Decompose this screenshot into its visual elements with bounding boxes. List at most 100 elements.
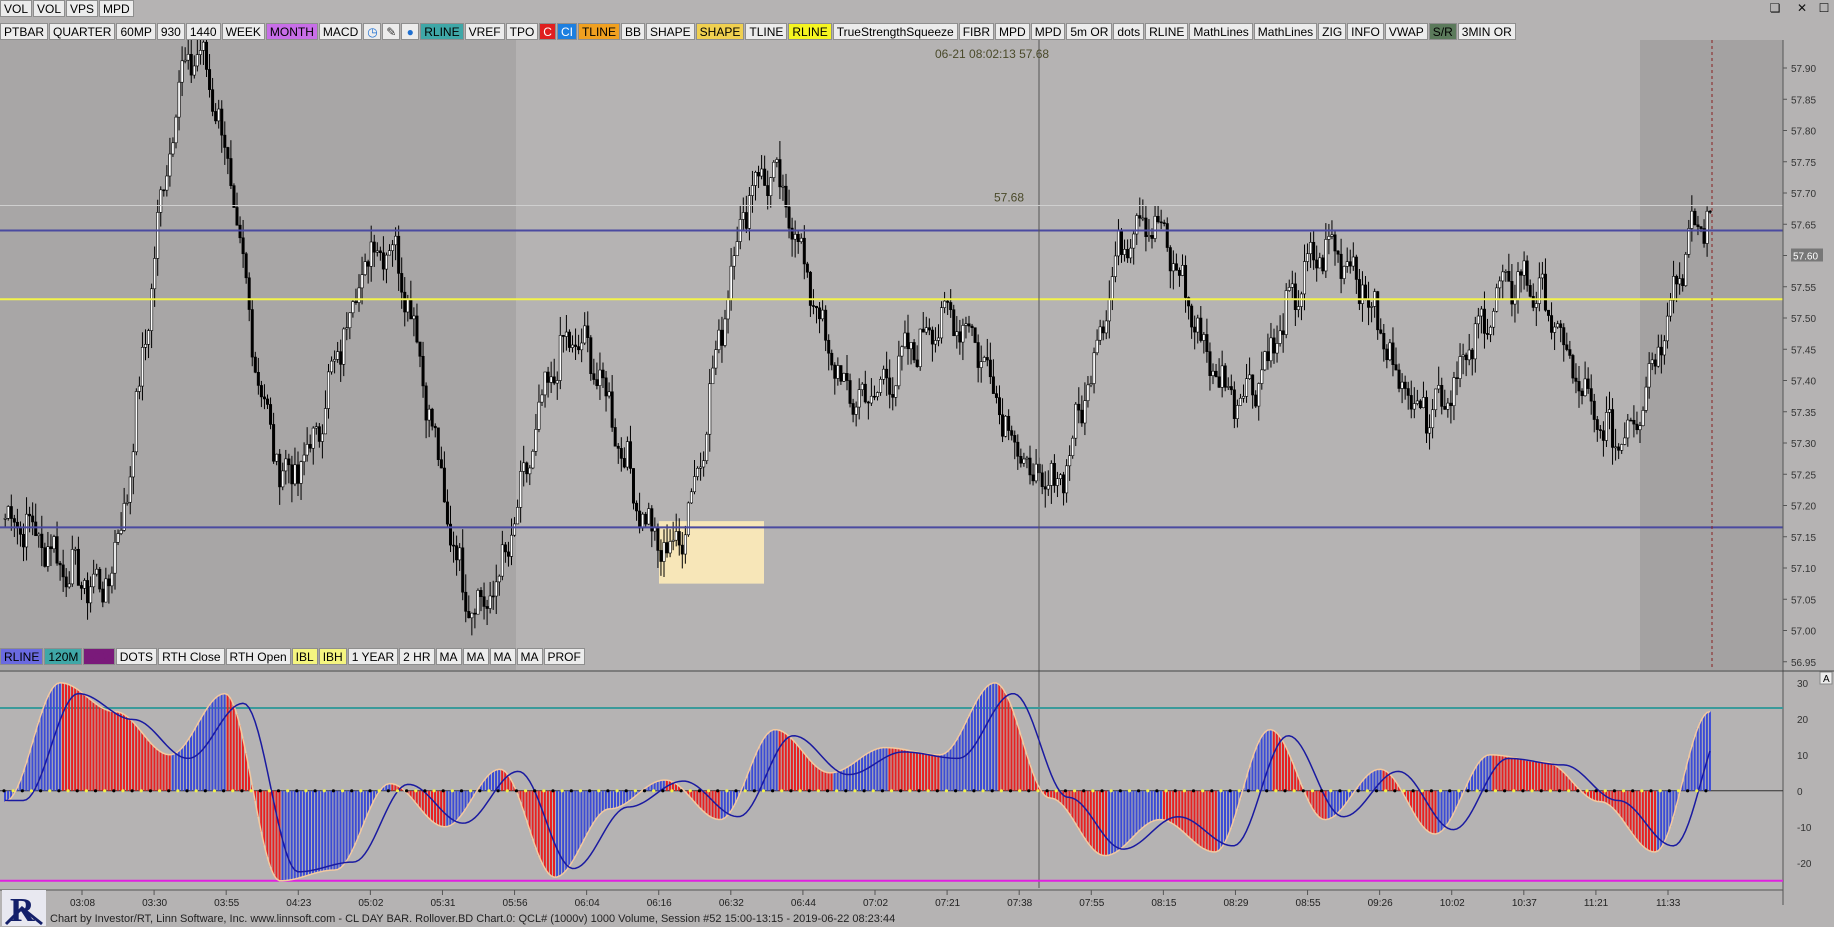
top-vol-button[interactable]: VOL bbox=[33, 0, 66, 17]
y-tick-label: 57.45 bbox=[1791, 345, 1816, 356]
tool-rline-button[interactable]: RLINE bbox=[788, 23, 832, 40]
tool-ci-button[interactable]: CI bbox=[556, 23, 577, 40]
osc-dot bbox=[1219, 789, 1223, 793]
osc-dot bbox=[340, 789, 345, 793]
tool-tpo-button[interactable]: TPO bbox=[505, 23, 539, 40]
tool-bb-button[interactable]: BB bbox=[620, 23, 645, 40]
candle-body bbox=[531, 450, 535, 469]
tool-vwap-button[interactable]: VWAP bbox=[1384, 23, 1428, 40]
candle-body bbox=[366, 261, 370, 267]
tool-week-button[interactable]: WEEK bbox=[221, 23, 265, 40]
candle-body bbox=[226, 147, 230, 159]
candle-body bbox=[1019, 455, 1023, 464]
osc-dot bbox=[1402, 789, 1406, 793]
tool-mpd-button[interactable]: MPD bbox=[1030, 23, 1066, 40]
top-mpd-button[interactable]: MPD bbox=[99, 0, 134, 17]
candle-body bbox=[1101, 326, 1105, 334]
candle-body bbox=[1025, 457, 1029, 460]
candle-body bbox=[40, 533, 44, 549]
tool-5m-or-button[interactable]: 5m OR bbox=[1066, 23, 1113, 40]
plot-ibh-button[interactable]: IBH bbox=[318, 648, 347, 665]
tool-rline-button[interactable]: RLINE bbox=[1145, 23, 1189, 40]
osc-dot bbox=[1448, 789, 1452, 793]
candle-body bbox=[665, 542, 669, 554]
candle-body bbox=[317, 426, 321, 442]
osc-dot bbox=[899, 789, 903, 793]
osc-dot bbox=[1320, 789, 1324, 793]
tool-dots-button[interactable]: dots bbox=[1113, 23, 1145, 40]
tool-tline-button[interactable]: TLINE bbox=[577, 23, 620, 40]
candle-body bbox=[940, 307, 944, 339]
osc-dot bbox=[469, 789, 473, 793]
tool-truestrengthsqueeze-button[interactable]: TrueStrengthSqueeze bbox=[832, 23, 958, 40]
plot-rth-open-button[interactable]: RTH Open bbox=[225, 648, 291, 665]
candle-body bbox=[753, 172, 757, 186]
x-tick-label: 05:56 bbox=[503, 898, 528, 909]
candle-body bbox=[305, 444, 309, 456]
tool-shape-button[interactable]: SHAPE bbox=[645, 23, 695, 40]
tool-month-button[interactable]: MONTH bbox=[265, 23, 318, 40]
plot-ma-button[interactable]: MA bbox=[462, 648, 489, 665]
osc-dot bbox=[359, 789, 363, 793]
plot-ma-button[interactable]: MA bbox=[516, 648, 543, 665]
tool-3min-or-button[interactable]: 3MIN OR bbox=[1457, 23, 1516, 40]
candle-body bbox=[955, 331, 959, 337]
tool-930-button[interactable]: 930 bbox=[156, 23, 185, 40]
tool-tline-button[interactable]: TLINE bbox=[745, 23, 788, 40]
clock-icon[interactable]: ◷ bbox=[363, 23, 382, 40]
tool-1440-button[interactable]: 1440 bbox=[185, 23, 221, 40]
chart-canvas[interactable]: 06-21 08:02:13 57.68 57.68 57.90 57.85 57.80… bbox=[0, 0, 1834, 927]
plot-dots-button[interactable]: DOTS bbox=[115, 648, 158, 665]
tool-mathlines-button[interactable]: MathLines bbox=[1253, 23, 1318, 40]
tool-s-r-button[interactable]: S/R bbox=[1428, 23, 1457, 40]
tool-shape-button[interactable]: SHAPE bbox=[695, 23, 745, 40]
candle-body bbox=[1040, 472, 1044, 487]
candle-body bbox=[1379, 329, 1383, 334]
cursor-info: 06-21 08:02:13 57.68 bbox=[935, 47, 1049, 61]
tool-60mp-button[interactable]: 60MP bbox=[116, 23, 156, 40]
plot-prof-button[interactable]: PROF bbox=[543, 648, 585, 665]
candle-body bbox=[144, 344, 148, 348]
plot-120m-button[interactable]: 120M bbox=[44, 648, 83, 665]
candle-body bbox=[513, 523, 517, 536]
candle-body bbox=[1568, 349, 1572, 356]
tool-vref-button[interactable]: VREF bbox=[464, 23, 505, 40]
osc-dot bbox=[1210, 789, 1214, 793]
candle-body bbox=[1574, 377, 1578, 382]
plot-ma-button[interactable]: MA bbox=[435, 648, 462, 665]
drop-icon[interactable]: ● bbox=[401, 23, 420, 40]
plot-30m-button[interactable]: 30M bbox=[83, 648, 115, 665]
candle-body bbox=[1507, 271, 1511, 282]
tool-zig-button[interactable]: ZIG bbox=[1318, 23, 1347, 40]
tool-fibr-button[interactable]: FIBR bbox=[958, 23, 995, 40]
candle-body bbox=[458, 547, 462, 561]
tool-quarter-button[interactable]: QUARTER bbox=[49, 23, 116, 40]
close-icon[interactable]: ✕ bbox=[1792, 0, 1812, 17]
tool-ptbar-button[interactable]: PTBAR bbox=[0, 23, 49, 40]
osc-dot bbox=[1658, 789, 1662, 793]
plot-rline-button[interactable]: RLINE bbox=[0, 648, 44, 665]
candle-body bbox=[982, 357, 986, 362]
plot-rth-close-button[interactable]: RTH Close bbox=[158, 648, 225, 665]
tool-info-button[interactable]: INFO bbox=[1347, 23, 1384, 40]
tool-c-button[interactable]: C bbox=[539, 23, 556, 40]
candle-body bbox=[1309, 241, 1313, 255]
candle-body bbox=[534, 429, 538, 452]
candle-body bbox=[1534, 303, 1538, 308]
restore-icon[interactable]: ❏ bbox=[1765, 0, 1785, 17]
candle-body bbox=[49, 546, 53, 550]
top-vol-button[interactable]: VOL bbox=[0, 0, 33, 17]
tool-rline-button[interactable]: RLINE bbox=[420, 23, 464, 40]
candle-body bbox=[205, 41, 209, 70]
plot-1-year-button[interactable]: 1 YEAR bbox=[347, 648, 399, 665]
maximize-icon[interactable]: ☐ bbox=[1814, 0, 1834, 17]
pencil-icon[interactable]: ✎ bbox=[382, 23, 401, 40]
tool-macd-button[interactable]: MACD bbox=[318, 23, 363, 40]
plot-ibl-button[interactable]: IBL bbox=[291, 648, 318, 665]
tool-mathlines-button[interactable]: MathLines bbox=[1189, 23, 1253, 40]
tool-mpd-button[interactable]: MPD bbox=[995, 23, 1030, 40]
candle-body bbox=[1482, 308, 1486, 334]
top-vps-button[interactable]: VPS bbox=[66, 0, 99, 17]
plot-ma-button[interactable]: MA bbox=[489, 648, 516, 665]
plot-2-hr-button[interactable]: 2 HR bbox=[399, 648, 435, 665]
